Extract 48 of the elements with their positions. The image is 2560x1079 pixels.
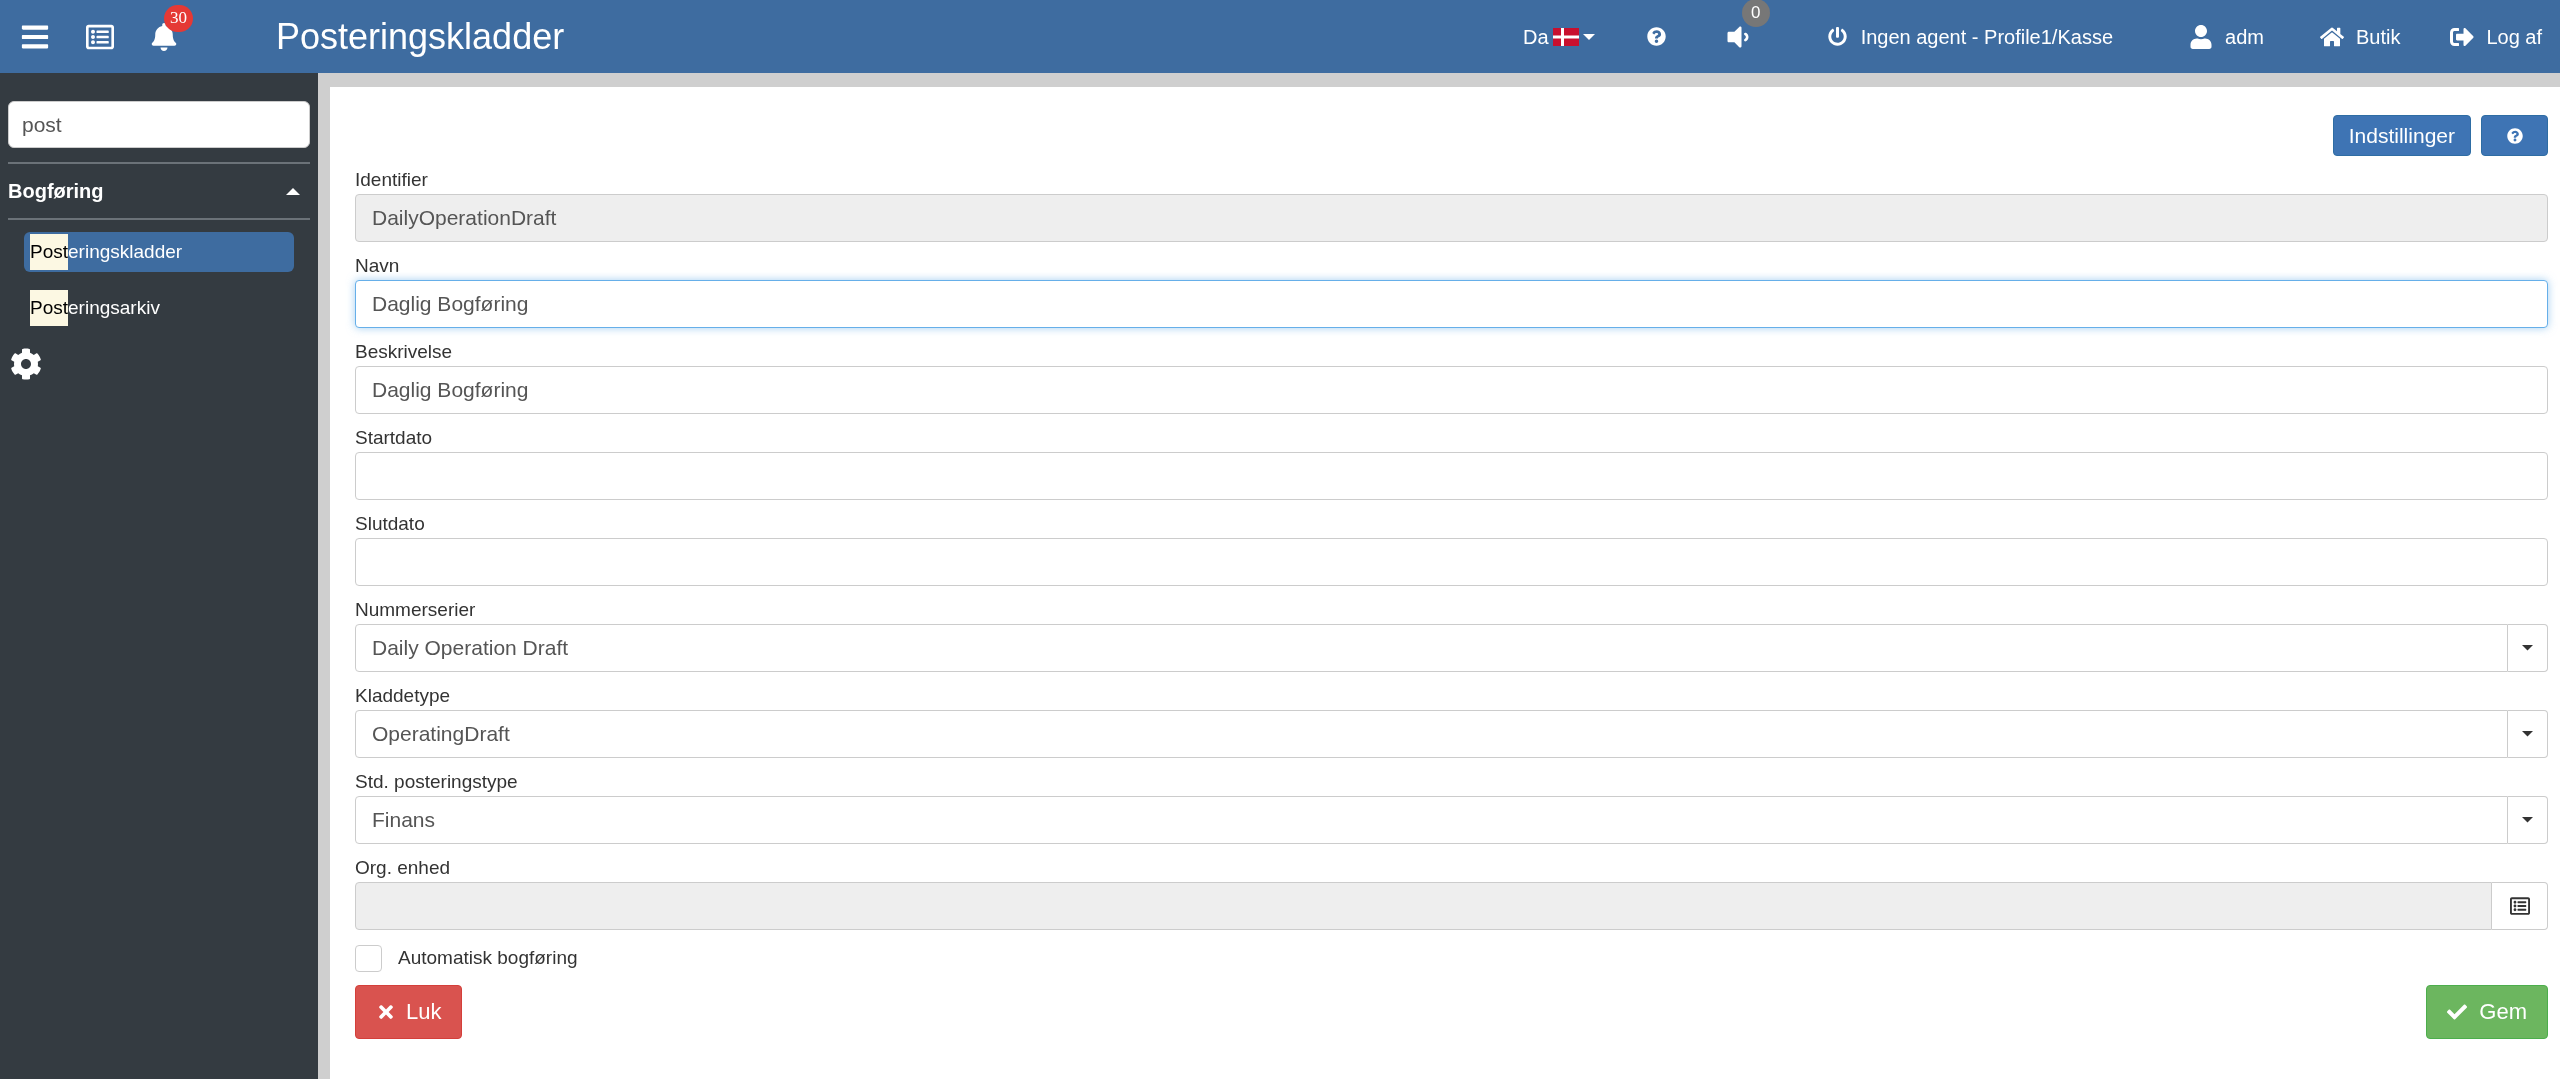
input-field[interactable]: [355, 538, 2548, 586]
bell-icon[interactable]: [150, 22, 178, 51]
list-icon: [2509, 896, 2530, 916]
shop-button[interactable]: Butik: [2319, 21, 2401, 52]
field-label: Std. posteringstype: [355, 770, 519, 794]
page-title: Posteringskladder: [276, 14, 565, 59]
field-label: Identifier: [355, 168, 429, 192]
caret-icon: [1582, 33, 1595, 40]
checkbox[interactable]: [355, 944, 382, 972]
flag-icon: [1552, 27, 1579, 46]
help-button[interactable]: [2481, 115, 2548, 156]
notification-badge: 30: [164, 4, 193, 32]
input-field[interactable]: Daglig Bogføring: [355, 366, 2548, 414]
caret-icon: [2522, 731, 2533, 737]
settings-button[interactable]: Indstillinger: [2332, 115, 2471, 156]
caret-icon: [2522, 645, 2533, 651]
close-button[interactable]: Luk: [355, 984, 463, 1039]
sound-badge: 0: [1741, 0, 1770, 27]
nav-link[interactable]: Posteringskladder: [24, 232, 294, 272]
checkbox-label: Automatisk bogføring: [398, 946, 578, 970]
select-field[interactable]: OperatingDraft: [355, 710, 2508, 758]
section-header[interactable]: Bogføring: [8, 164, 310, 218]
input-field[interactable]: [355, 452, 2548, 500]
logout-button[interactable]: Log af: [2450, 21, 2542, 52]
user-button[interactable]: adm: [2189, 21, 2264, 52]
user-icon: [2189, 24, 2213, 49]
select-field[interactable]: Finans: [355, 796, 2508, 844]
field-label: Org. enhed: [355, 856, 452, 880]
nav-link[interactable]: Posteringsarkiv: [24, 288, 294, 328]
help-icon[interactable]: [1646, 27, 1666, 46]
caret-icon: [2522, 817, 2533, 823]
caret-icon: [286, 187, 300, 195]
field-label: Nummerserier: [355, 598, 477, 622]
lookup-button[interactable]: [2492, 882, 2548, 930]
list-icon[interactable]: [86, 22, 114, 51]
power-icon: [1827, 27, 1847, 46]
agent-button[interactable]: Ingen agent - Profile1/Kasse: [1827, 21, 2113, 52]
language-selector[interactable]: Da: [1523, 21, 1595, 52]
select-field[interactable]: Daily Operation Draft: [355, 624, 2508, 672]
settings-icon[interactable]: [10, 348, 42, 380]
field-label: Kladdetype: [355, 684, 452, 708]
field-label: Slutdato: [355, 512, 426, 536]
field-label: Beskrivelse: [355, 340, 454, 364]
search-field[interactable]: post: [8, 101, 310, 148]
help-icon: [2506, 127, 2523, 144]
input-field[interactable]: Daglig Bogføring: [355, 280, 2548, 328]
field-label: Navn: [355, 254, 401, 278]
field-label: Startdato: [355, 426, 434, 450]
